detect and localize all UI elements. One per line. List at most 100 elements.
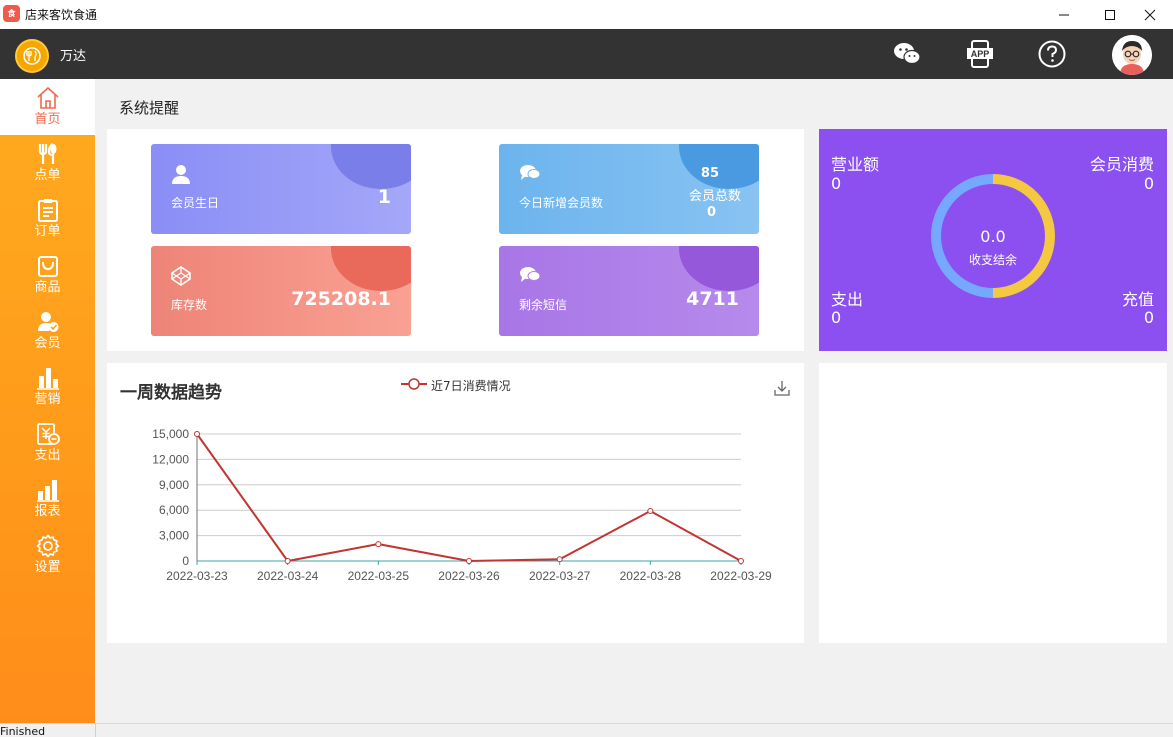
- card-decoration: [679, 144, 759, 189]
- bar-chart-icon: [36, 368, 59, 390]
- sidebar-item-marketing[interactable]: 营销: [0, 359, 95, 415]
- y-tick-label: 9,000: [159, 478, 189, 492]
- download-icon[interactable]: [773, 379, 791, 397]
- sidebar: 首页 点单 订单 商品 会员 营销 支出 报表 设置: [0, 79, 95, 723]
- new-members-value: 85: [700, 166, 719, 181]
- status-divider: [95, 724, 96, 737]
- total-members-label: 会员总数: [688, 189, 741, 204]
- recharge-label: 充值: [1121, 290, 1154, 309]
- app-phone-icon: APP: [967, 40, 993, 68]
- x-tick-label: 2022-03-29: [710, 569, 772, 583]
- store-logo-icon: [23, 47, 41, 65]
- sidebar-item-label: 设置: [34, 560, 61, 575]
- data-point: [194, 431, 200, 437]
- sidebar-item-products[interactable]: 商品: [0, 247, 95, 303]
- help-icon: [1038, 40, 1066, 68]
- balance-label: 收支结余: [968, 253, 1017, 267]
- x-tick-label: 2022-03-26: [438, 569, 500, 583]
- wechat-icon: [894, 43, 921, 65]
- x-tick-label: 2022-03-27: [529, 569, 591, 583]
- title-bar: 食 店来客饮食通: [0, 0, 1173, 29]
- minimize-icon: [1059, 14, 1069, 15]
- sidebar-item-label: 报表: [34, 504, 61, 519]
- home-icon: [36, 86, 59, 109]
- sidebar-item-label: 订单: [34, 224, 61, 239]
- status-text: Finished: [0, 725, 46, 737]
- series-line: [196, 433, 742, 563]
- sidebar-item-label: 首页: [34, 112, 61, 127]
- side-panel: [819, 363, 1167, 643]
- stock-value: 725208.1: [291, 288, 391, 310]
- section-title: 系统提醒: [119, 99, 180, 117]
- card-decoration: [331, 246, 411, 291]
- minimize-button[interactable]: [1041, 0, 1087, 29]
- new-members-label: 今日新增会员数: [519, 196, 604, 210]
- sidebar-item-members[interactable]: 会员: [0, 303, 95, 359]
- card-decoration: [331, 144, 411, 189]
- trend-line-chart: 0 3,000 6,000 9,000 12,000 15,000 2022-03-23 20…: [152, 427, 772, 583]
- y-tick-label: 3,000: [159, 529, 189, 543]
- sidebar-item-home[interactable]: 首页: [0, 79, 95, 135]
- sms-label: 剩余短信: [519, 298, 568, 312]
- legend-label[interactable]: 近7日消费情况: [431, 377, 511, 394]
- member-spend-value: 0: [1143, 174, 1154, 193]
- close-icon: [1144, 9, 1156, 20]
- sms-card[interactable]: 剩余短信 4711: [499, 246, 759, 336]
- total-members-value: 0: [706, 205, 716, 220]
- app-download-button[interactable]: APP: [964, 38, 996, 70]
- svg-text:APP: APP: [971, 49, 990, 59]
- legend-marker: [401, 378, 427, 390]
- user-icon: [172, 165, 190, 184]
- wechat-button[interactable]: [891, 38, 923, 70]
- report-icon: [36, 480, 59, 502]
- new-members-card[interactable]: 今日新增会员数 85 会员总数 0: [499, 144, 759, 234]
- maximize-icon: [1105, 9, 1115, 20]
- data-point: [284, 558, 291, 564]
- sidebar-item-label: 支出: [34, 448, 61, 463]
- x-tick-label: 2022-03-24: [257, 569, 319, 583]
- data-point: [738, 558, 744, 564]
- member-spend-label: 会员消费: [1089, 155, 1154, 174]
- window-title: 店来客饮食通: [25, 8, 98, 22]
- trend-title: 一周数据趋势: [120, 383, 222, 403]
- stock-label: 库存数: [171, 298, 208, 312]
- data-point: [466, 558, 472, 564]
- card-decoration: [679, 246, 759, 291]
- gear-icon: [36, 534, 59, 558]
- sms-value: 4711: [686, 288, 739, 310]
- close-button[interactable]: [1127, 0, 1173, 29]
- sidebar-item-settings[interactable]: 设置: [0, 527, 95, 583]
- data-point: [556, 556, 563, 563]
- user-avatar[interactable]: [1112, 35, 1152, 75]
- status-bar: Finished: [0, 723, 1173, 737]
- bag-icon: [37, 256, 58, 277]
- chat-icon: [520, 267, 541, 282]
- expense-icon: [36, 423, 60, 445]
- clipboard-icon: [37, 199, 58, 222]
- store-name: 万达: [60, 49, 87, 64]
- recharge-value: 0: [1143, 308, 1154, 327]
- store-logo: [15, 39, 49, 73]
- sidebar-item-label: 点单: [34, 168, 61, 183]
- data-point: [375, 541, 382, 548]
- birthday-card[interactable]: 会员生日 1: [151, 144, 411, 234]
- y-tick-label: 0: [182, 554, 189, 568]
- y-tick-label: 15,000: [152, 427, 189, 441]
- x-tick-label: 2022-03-23: [166, 569, 228, 583]
- y-tick-label: 6,000: [159, 503, 189, 517]
- stock-card[interactable]: 库存数 725208.1: [151, 246, 411, 336]
- revenue-value: 0: [831, 174, 842, 193]
- help-button[interactable]: [1036, 38, 1068, 70]
- app-header: 万达 APP: [0, 29, 1173, 79]
- sidebar-item-orders[interactable]: 订单: [0, 191, 95, 247]
- member-icon: [37, 312, 58, 332]
- chat-icon: [520, 165, 541, 180]
- sidebar-item-reports[interactable]: 报表: [0, 471, 95, 527]
- sidebar-item-expenses[interactable]: 支出: [0, 415, 95, 471]
- x-tick-label: 2022-03-25: [348, 569, 410, 583]
- finance-stats-panel: 营业额 0 会员消费 0 支出 0 充值 0 0.0 收支结余: [819, 129, 1167, 351]
- sidebar-item-label: 会员: [34, 336, 61, 351]
- sidebar-item-label: 营销: [34, 392, 61, 407]
- app-logo: 食: [3, 5, 20, 22]
- sidebar-item-order-food[interactable]: 点单: [0, 135, 95, 191]
